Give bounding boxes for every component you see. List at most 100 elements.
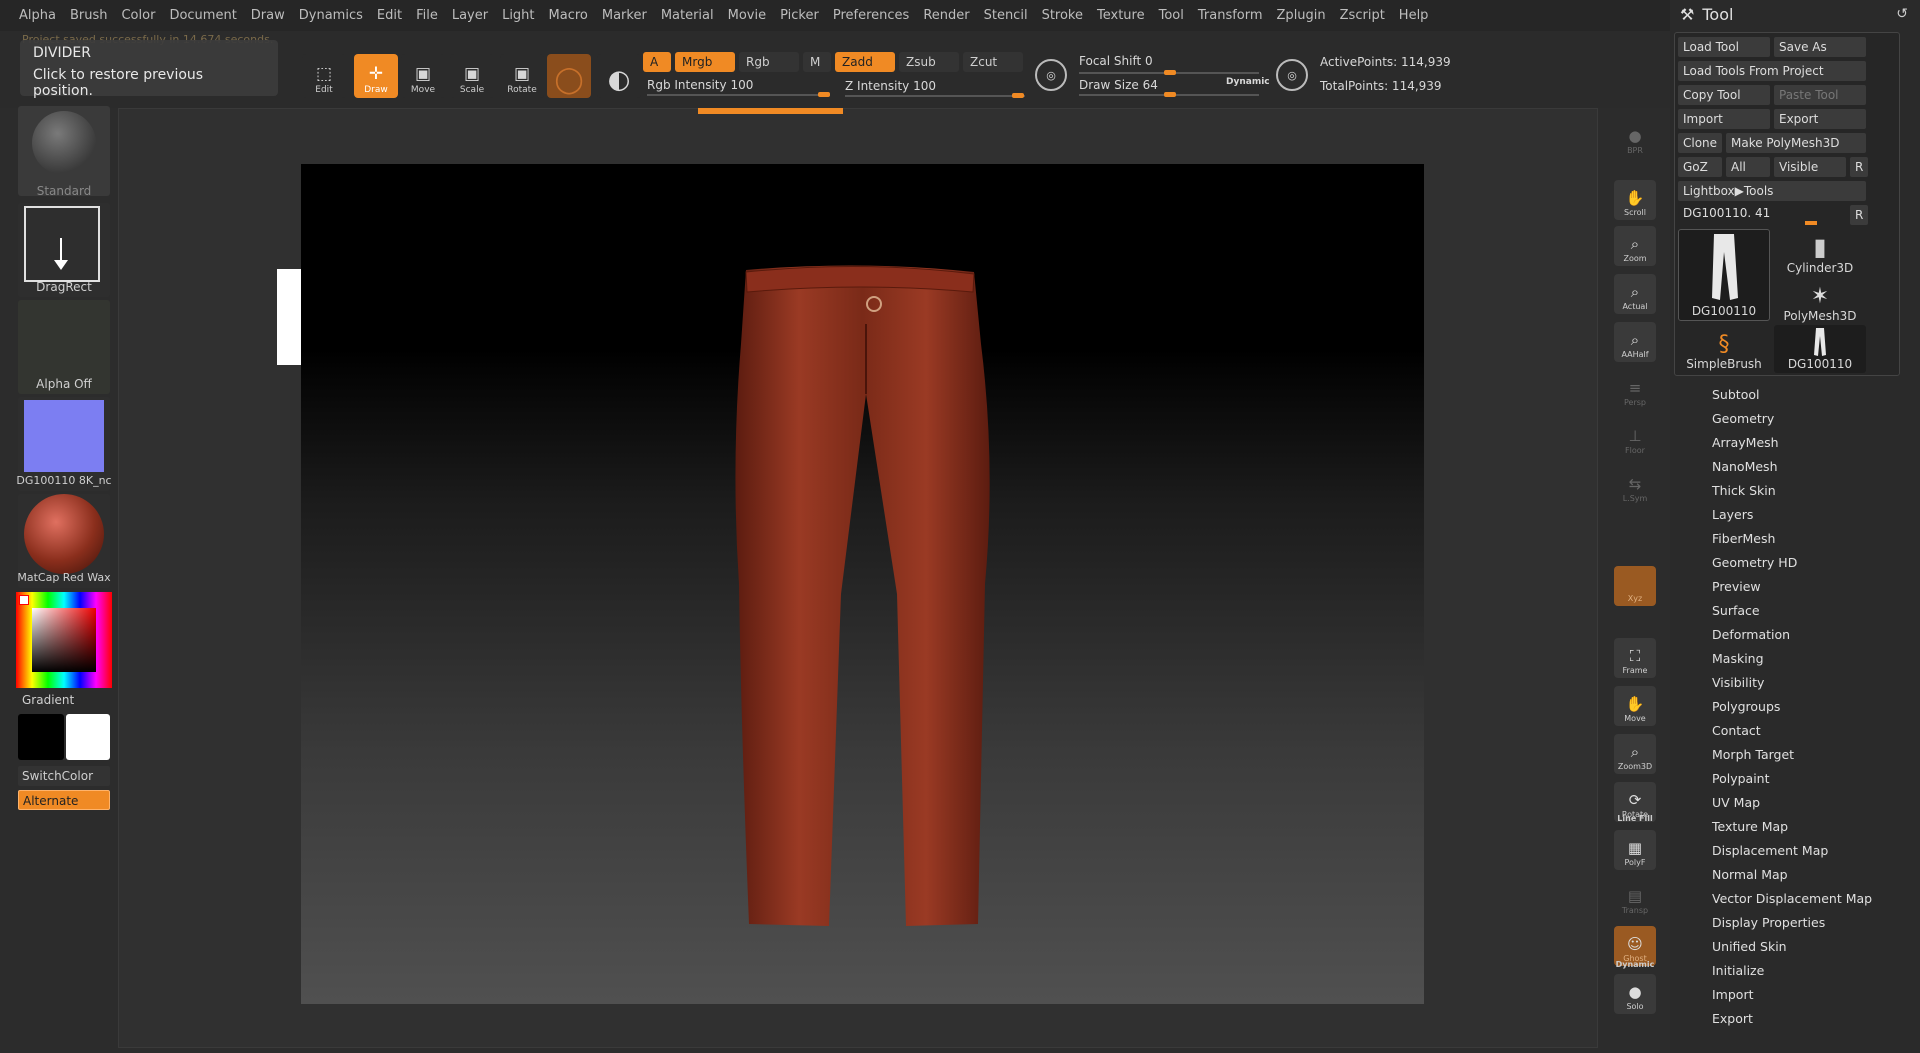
shelf-zoom-button[interactable]: ⌕ Zoom	[1614, 226, 1656, 266]
rgb-toggle[interactable]: Rgb	[739, 52, 799, 72]
shelf-xyz-button[interactable]: Xyz	[1614, 566, 1656, 606]
tool-section-masking[interactable]: Masking	[1712, 651, 1764, 666]
menu-texture[interactable]: Texture	[1097, 8, 1145, 23]
tool-section-surface[interactable]: Surface	[1712, 603, 1760, 618]
tool-section-vector-displacement-map[interactable]: Vector Displacement Map	[1712, 891, 1872, 906]
lazymouse-s-button[interactable]: ◎	[1035, 59, 1067, 91]
menu-zscript[interactable]: Zscript	[1340, 8, 1385, 23]
tool-section-export[interactable]: Export	[1712, 1011, 1753, 1026]
tool-section-fibermesh[interactable]: FiberMesh	[1712, 531, 1775, 546]
mrgb-toggle[interactable]: Mrgb	[675, 52, 735, 72]
shelf-solo-button[interactable]: ● Solo	[1614, 974, 1656, 1014]
menu-help[interactable]: Help	[1399, 8, 1429, 23]
document-viewport[interactable]	[301, 164, 1424, 1004]
tool-section-texture-map[interactable]: Texture Map	[1712, 819, 1788, 834]
shelf-polyf-button[interactable]: ▦ PolyF	[1614, 830, 1656, 870]
goz-r-button[interactable]: R	[1850, 157, 1868, 177]
current-tool-slider[interactable]: DG100110. 41	[1678, 203, 1846, 223]
tool-section-uv-map[interactable]: UV Map	[1712, 795, 1760, 810]
tool-section-deformation[interactable]: Deformation	[1712, 627, 1790, 642]
shelf-zoom3d-button[interactable]: ⌕ Zoom3D	[1614, 734, 1656, 774]
tool-section-layers[interactable]: Layers	[1712, 507, 1753, 522]
shelf-move-button[interactable]: ✋ Move	[1614, 686, 1656, 726]
tool-section-initialize[interactable]: Initialize	[1712, 963, 1764, 978]
menu-tool[interactable]: Tool	[1159, 8, 1184, 23]
zcut-toggle[interactable]: Zcut	[963, 52, 1023, 72]
z-intensity-knob[interactable]	[1012, 93, 1024, 98]
menu-render[interactable]: Render	[923, 8, 969, 23]
a-toggle[interactable]: A	[643, 52, 671, 72]
shelf-l-sym-button[interactable]: ⇆ L.Sym	[1614, 466, 1656, 506]
menu-movie[interactable]: Movie	[728, 8, 766, 23]
shelf-aahalf-button[interactable]: ⌕ AAHalf	[1614, 322, 1656, 362]
tool-section-unified-skin[interactable]: Unified Skin	[1712, 939, 1787, 954]
menu-preferences[interactable]: Preferences	[833, 8, 909, 23]
tool-thumb-simplebrush[interactable]: § SimpleBrush	[1678, 325, 1770, 373]
color-picker[interactable]	[16, 592, 112, 688]
tool-section-import[interactable]: Import	[1712, 987, 1754, 1002]
menu-brush[interactable]: Brush	[70, 8, 108, 23]
make-polymesh3d-button[interactable]: Make PolyMesh3D	[1726, 133, 1866, 153]
pin-icon[interactable]: ⚒	[1680, 5, 1694, 24]
current-tool-knob[interactable]	[1805, 221, 1817, 225]
main-color-swatch[interactable]	[18, 714, 64, 760]
shelf-persp-button[interactable]: ≡ Persp	[1614, 370, 1656, 410]
scale-button[interactable]: ▣ Scale	[450, 54, 494, 98]
material-preview-button[interactable]: ◯	[547, 54, 591, 98]
shelf-actual-button[interactable]: ⌕ Actual	[1614, 274, 1656, 314]
paste-tool-button[interactable]: Paste Tool	[1774, 85, 1866, 105]
menu-picker[interactable]: Picker	[780, 8, 819, 23]
tool-section-polygroups[interactable]: Polygroups	[1712, 699, 1780, 714]
export-button[interactable]: Export	[1774, 109, 1866, 129]
menu-layer[interactable]: Layer	[452, 8, 488, 23]
dynamic-toggle[interactable]: Dynamic	[1226, 77, 1270, 87]
load-tool-button[interactable]: Load Tool	[1678, 37, 1770, 57]
clone-button[interactable]: Clone	[1678, 133, 1722, 153]
tool-thumb-cylinder3d[interactable]: ▮ Cylinder3D	[1774, 229, 1866, 277]
switchcolor-button[interactable]: SwitchColor	[18, 766, 110, 786]
focal-shift-slider[interactable]: Focal Shift 0	[1079, 54, 1153, 68]
menu-document[interactable]: Document	[169, 8, 236, 23]
tool-section-nanomesh[interactable]: NanoMesh	[1712, 459, 1778, 474]
rotate-button[interactable]: ▣ Rotate	[500, 54, 544, 98]
tool-section-arraymesh[interactable]: ArrayMesh	[1712, 435, 1779, 450]
tool-palette-header[interactable]: ⚒ Tool ↺	[1670, 0, 1920, 28]
pants-model[interactable]	[301, 164, 1424, 1004]
menu-edit[interactable]: Edit	[377, 8, 402, 23]
tool-section-preview[interactable]: Preview	[1712, 579, 1761, 594]
menu-transform[interactable]: Transform	[1198, 8, 1263, 23]
palette-close-icon[interactable]: ↺	[1896, 6, 1908, 22]
goz-button[interactable]: GoZ	[1678, 157, 1722, 177]
goz-all-button[interactable]: All	[1726, 157, 1770, 177]
zadd-toggle[interactable]: Zadd	[835, 52, 895, 72]
tool-section-geometry-hd[interactable]: Geometry HD	[1712, 555, 1797, 570]
menu-alpha[interactable]: Alpha	[19, 8, 56, 23]
edit-button[interactable]: ⬚ Edit	[302, 54, 346, 98]
tool-section-visibility[interactable]: Visibility	[1712, 675, 1764, 690]
menu-macro[interactable]: Macro	[549, 8, 588, 23]
import-button[interactable]: Import	[1678, 109, 1770, 129]
tool-section-display-properties[interactable]: Display Properties	[1712, 915, 1825, 930]
dynamic-d-button[interactable]: ◎	[1276, 59, 1308, 91]
menu-zplugin[interactable]: Zplugin	[1277, 8, 1326, 23]
draw-button[interactable]: ✛ Draw	[354, 54, 398, 98]
tool-section-geometry[interactable]: Geometry	[1712, 411, 1774, 426]
color-picker-square[interactable]	[32, 608, 96, 672]
shelf-bpr-button[interactable]: ● BPR	[1614, 118, 1656, 158]
rgb-intensity-slider[interactable]: Rgb Intensity 100	[647, 78, 753, 92]
copy-tool-button[interactable]: Copy Tool	[1678, 85, 1770, 105]
menu-material[interactable]: Material	[661, 8, 714, 23]
menu-light[interactable]: Light	[502, 8, 534, 23]
tool-section-displacement-map[interactable]: Displacement Map	[1712, 843, 1828, 858]
tool-section-polypaint[interactable]: Polypaint	[1712, 771, 1770, 786]
lightbox-tools-button[interactable]: Lightbox▶Tools	[1678, 181, 1866, 201]
draw-size-slider[interactable]: Draw Size 64	[1079, 78, 1158, 92]
spotlight-button[interactable]: ◐	[597, 54, 641, 98]
tool-section-normal-map[interactable]: Normal Map	[1712, 867, 1788, 882]
tool-thumb-dg100110-small[interactable]: DG100110	[1774, 325, 1866, 373]
tool-section-subtool[interactable]: Subtool	[1712, 387, 1759, 402]
divider-bar[interactable]	[698, 108, 843, 114]
z-intensity-slider[interactable]: Z Intensity 100	[845, 79, 936, 93]
goz-visible-button[interactable]: Visible	[1774, 157, 1846, 177]
m-toggle[interactable]: M	[803, 52, 831, 72]
